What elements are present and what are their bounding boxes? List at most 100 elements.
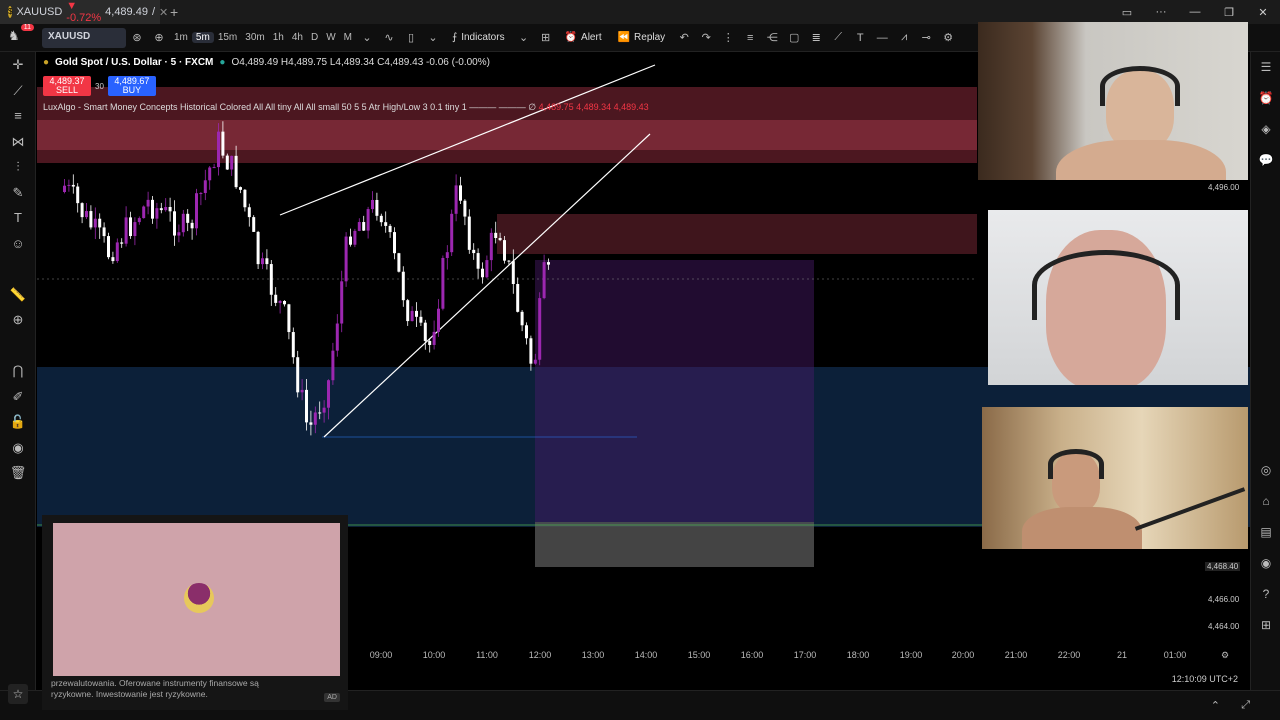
person-body (1022, 507, 1142, 549)
pitchfork-tool-icon[interactable]: ⋲ (761, 31, 783, 44)
magnet-icon[interactable]: ⋂ (0, 358, 36, 384)
redo-icon[interactable]: ↷ (695, 31, 717, 44)
candle-body (410, 310, 414, 322)
crosshair-icon[interactable]: ✛ (0, 52, 36, 78)
ad-banner[interactable]: przewalutowania. Oferowane instrumenty f… (42, 515, 348, 710)
horizontal-line-icon[interactable]: ⊸ (915, 31, 937, 44)
position-box (535, 260, 814, 522)
brush-icon[interactable]: ✎ (0, 180, 36, 206)
timeframe-5m[interactable]: 5m (191, 32, 214, 43)
timeframe-d[interactable]: D (307, 32, 322, 43)
horizontal-lines-icon[interactable]: ≡ (0, 103, 36, 129)
candle-body (217, 131, 220, 168)
symbol-info-icon[interactable]: ⊛ (126, 31, 148, 44)
axis-settings-icon[interactable]: ⚙ (1221, 650, 1229, 661)
timeframe-dropdown-icon[interactable]: ⌄ (356, 31, 378, 44)
horizontal-ray-icon[interactable]: — (871, 32, 893, 44)
timeframe-4h[interactable]: 4h (288, 32, 307, 43)
headset (1048, 449, 1104, 479)
apps-grid-icon[interactable]: ⊞ (1251, 610, 1280, 641)
text-icon[interactable]: T (0, 205, 36, 231)
indicators-button[interactable]: ⨍ Indicators (444, 32, 513, 43)
parallel-channel-icon[interactable]: ≣ (805, 31, 827, 44)
webcam-feed-2 (988, 210, 1248, 385)
line-chart-icon[interactable]: ∿ (378, 31, 400, 44)
timeframe-1h[interactable]: 1h (269, 32, 288, 43)
favorites-star-icon[interactable]: ☆ (8, 684, 28, 704)
timeframe-1m[interactable]: 1m (170, 32, 192, 43)
position-box-stop (535, 522, 814, 567)
timeframe-m[interactable]: M (340, 32, 356, 43)
replay-button[interactable]: ⏪ Replay (610, 32, 674, 43)
pattern-icon[interactable]: ⋈ (0, 129, 36, 155)
target-icon[interactable]: ◎ (1251, 455, 1280, 486)
layout-icon[interactable]: ⊞ (535, 31, 557, 44)
drawing-toolbar-icon[interactable]: ⋮ (717, 31, 739, 44)
more-icon[interactable]: ··· (1144, 6, 1178, 18)
timeframe-30m[interactable]: 30m (241, 32, 268, 43)
time-label: 16:00 (740, 650, 764, 660)
cast-icon[interactable]: ▭ (1110, 6, 1144, 19)
maximize-panel-icon[interactable]: ⤢ (1241, 699, 1250, 712)
alert-button[interactable]: ⏰ Alert (557, 32, 610, 43)
close-window-icon[interactable]: ✕ (1246, 6, 1280, 19)
indicator-legend[interactable]: LuxAlgo - Smart Money Concepts Historica… (43, 102, 649, 113)
candle-body (498, 238, 502, 241)
settings-icon[interactable]: ⚙ (937, 31, 959, 44)
ideas-icon[interactable]: ⌂ (1251, 486, 1280, 517)
clock[interactable]: 12:10:09 UTC+2 (1172, 674, 1238, 684)
undo-icon[interactable]: ↶ (673, 31, 695, 44)
trendline-icon[interactable]: ⟋ (0, 78, 36, 104)
lock-icon[interactable]: 🔓 (0, 409, 36, 435)
help-icon[interactable]: ? (1251, 579, 1280, 610)
blank-r5 (1251, 300, 1280, 331)
ruler-icon[interactable]: 📏 (0, 282, 36, 308)
compare-add-icon[interactable]: ⊕ (148, 31, 170, 44)
candle-body (256, 231, 260, 265)
minimize-icon[interactable]: — (1178, 6, 1212, 18)
eye-icon[interactable]: ◉ (0, 435, 36, 461)
instrument-name[interactable]: Gold Spot / U.S. Dollar · 5 · FXCM (55, 57, 213, 68)
blank-r7 (1251, 362, 1280, 393)
fib-icon[interactable]: ⫶ (0, 154, 36, 180)
candle-body (476, 253, 480, 269)
timeframe-w[interactable]: W (322, 32, 339, 43)
calendar-icon[interactable]: ▤ (1251, 517, 1280, 548)
new-tab-button[interactable]: + (160, 4, 188, 20)
timeframe-15m[interactable]: 15m (214, 32, 241, 43)
candle-body (335, 323, 339, 351)
symbol-search[interactable]: XAUUSD (42, 27, 126, 48)
fib-tool-icon[interactable]: ≡ (739, 32, 761, 44)
candle-body (252, 217, 256, 232)
trash-icon[interactable]: 🗑 (0, 460, 36, 486)
candle-body (124, 217, 128, 244)
browser-tab[interactable]: $ XAUUSD ▼ -0.72% 4,489.49 / ✕ (0, 0, 168, 24)
candles-icon[interactable]: ▯ (400, 31, 422, 44)
watchlist-icon[interactable]: ☰ (1251, 52, 1280, 83)
chat-icon[interactable]: 💬 (1251, 145, 1280, 176)
chart-type-dropdown-icon[interactable]: ⌄ (422, 31, 444, 44)
stream-icon[interactable]: ◉ (1251, 548, 1280, 579)
trendline-tool-icon[interactable]: ⟋ (827, 31, 849, 44)
indicator-values: 4,489.75 4,489.34 4,489.43 (538, 102, 649, 112)
time-label: 20:00 (951, 650, 975, 660)
maximize-icon[interactable]: ❐ (1212, 6, 1246, 19)
candle-body (388, 225, 392, 233)
collapse-up-icon[interactable]: ⌃ (1211, 699, 1220, 712)
time-label: 15:00 (687, 650, 711, 660)
candle-body (199, 193, 203, 195)
path-tool-icon[interactable]: ⩘ (893, 31, 915, 44)
text-tool-icon[interactable]: T (849, 32, 871, 44)
rewind-icon: ⏪ (617, 32, 631, 43)
rectangle-tool-icon[interactable]: ▢ (783, 31, 805, 44)
lock-drawing-icon[interactable]: ✐ (0, 384, 36, 410)
alerts-icon[interactable]: ⏰ (1251, 83, 1280, 114)
app-logo-icon[interactable]: ♞ 11 (8, 23, 34, 48)
indicators-dropdown-icon[interactable]: ⌄ (513, 31, 535, 44)
sell-button[interactable]: 4,489.37 SELL (43, 76, 91, 96)
layers-icon[interactable]: ◈ (1251, 114, 1280, 145)
emoji-icon[interactable]: ☺ (0, 231, 36, 257)
zoom-in-icon[interactable]: ⊕ (0, 307, 36, 333)
buy-button[interactable]: 4,489.67 BUY (107, 76, 156, 96)
candle-body (151, 199, 154, 219)
